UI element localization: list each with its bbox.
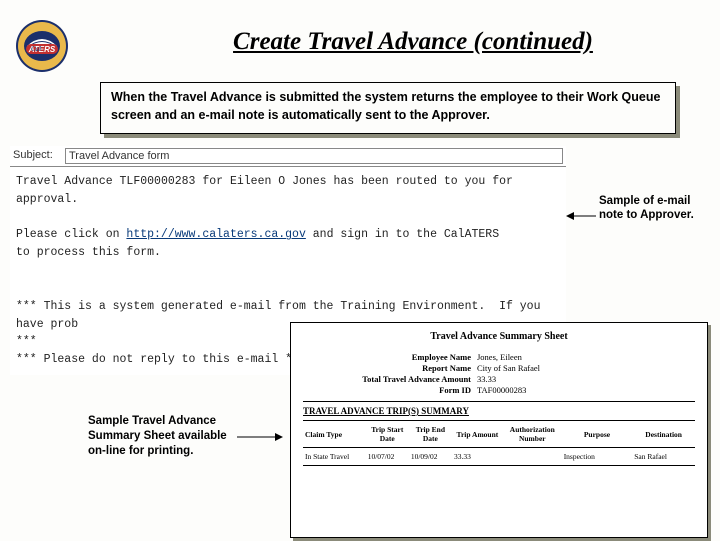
summary-sheet: Travel Advance Summary Sheet Employee Na… — [290, 322, 708, 538]
intro-banner: When the Travel Advance is submitted the… — [100, 82, 676, 134]
arrow-right-icon — [237, 432, 283, 442]
page-title: Create Travel Advance (continued) — [126, 28, 700, 56]
table-header-row: Claim Type Trip Start Date Trip End Date… — [303, 421, 695, 448]
divider — [10, 166, 566, 167]
trip-summary-table: Claim Type Trip Start Date Trip End Date… — [303, 420, 695, 466]
sheet-title: Travel Advance Summary Sheet — [303, 331, 695, 342]
field-report-name: Report Name City of San Rafael — [359, 363, 695, 373]
field-employee-name: Employee Name Jones, Eileen — [359, 352, 695, 362]
email-subject-field — [65, 148, 563, 164]
calaters-link[interactable]: http://www.calaters.ca.gov — [126, 228, 305, 241]
section-title: TRAVEL ADVANCE TRIP(S) SUMMARY — [303, 406, 695, 416]
arrow-left-icon — [566, 211, 596, 221]
table-row: In State Travel 10/07/02 10/09/02 33.33 … — [303, 448, 695, 466]
svg-text:Cal: Cal — [31, 45, 41, 53]
divider — [303, 401, 695, 402]
intro-banner-text: When the Travel Advance is submitted the… — [100, 82, 676, 134]
field-form-id: Form ID TAF00000283 — [359, 385, 695, 395]
field-total-amount: Total Travel Advance Amount 33.33 — [359, 374, 695, 384]
annotation-summary: Sample Travel Advance Summary Sheet avai… — [88, 414, 236, 459]
annotation-email: Sample of e-mail note to Approver. — [599, 194, 709, 223]
email-subject-label: Subject: — [13, 147, 65, 164]
email-subject-row: Subject: — [10, 146, 566, 166]
calaters-logo: ATERS Cal — [14, 18, 70, 74]
